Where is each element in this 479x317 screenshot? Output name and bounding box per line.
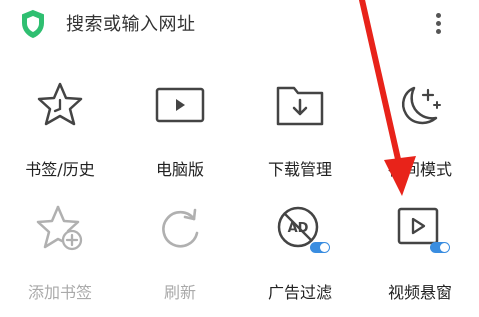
svg-text:AD: AD bbox=[288, 221, 309, 236]
tile-download-manager[interactable]: 下载管理 bbox=[242, 80, 358, 180]
moon-stars-icon bbox=[402, 86, 441, 125]
monitor-icon bbox=[155, 87, 205, 123]
star-plus-icon bbox=[36, 205, 83, 251]
tile-night-mode[interactable]: 夜间模式 bbox=[362, 80, 478, 180]
tile-label: 书签/历史 bbox=[25, 160, 95, 179]
tile-video-float[interactable]: 视频悬窗 bbox=[362, 203, 478, 303]
tile-bookmarks-history[interactable]: 书签/历史 bbox=[2, 80, 118, 180]
tile-ad-filter[interactable]: AD 广告过滤 bbox=[242, 203, 358, 303]
tile-label: 夜间模式 bbox=[387, 160, 452, 179]
top-bar: 搜索或输入网址 bbox=[0, 0, 479, 50]
ad-filter-toggle[interactable] bbox=[310, 242, 330, 253]
tile-label: 视频悬窗 bbox=[387, 283, 452, 302]
tile-label: 下载管理 bbox=[267, 160, 332, 179]
video-float-toggle[interactable] bbox=[430, 242, 450, 253]
tile-label: 添加书签 bbox=[27, 283, 92, 302]
more-options-icon[interactable] bbox=[431, 11, 445, 39]
tile-label: 广告过滤 bbox=[267, 283, 332, 302]
tile-add-bookmark[interactable]: 添加书签 bbox=[2, 203, 118, 303]
shield-icon[interactable] bbox=[20, 9, 46, 39]
star-clock-icon bbox=[37, 82, 83, 126]
tile-label: 电脑版 bbox=[155, 160, 204, 179]
search-input[interactable]: 搜索或输入网址 bbox=[66, 10, 196, 36]
tile-refresh[interactable]: 刷新 bbox=[122, 203, 238, 303]
download-folder-icon bbox=[276, 86, 324, 126]
tile-desktop-version[interactable]: 电脑版 bbox=[122, 80, 238, 180]
refresh-icon bbox=[162, 208, 199, 248]
tile-label: 刷新 bbox=[163, 283, 196, 302]
